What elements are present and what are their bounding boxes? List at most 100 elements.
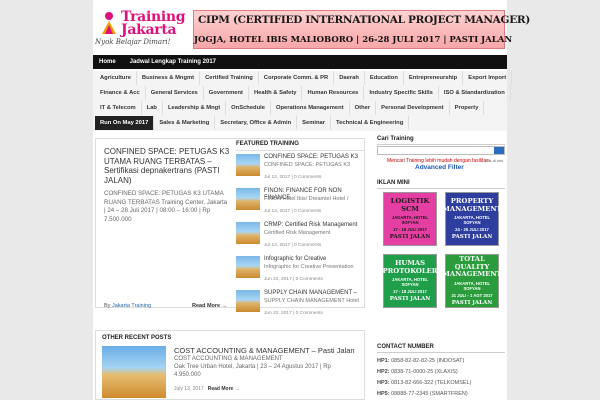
nav-jadwal[interactable]: Jadwal Lengkap Training 2017 (124, 55, 222, 69)
lead-by-prefix: By (104, 303, 111, 309)
featured-thumbnail[interactable] (236, 188, 260, 210)
search-input[interactable] (377, 146, 505, 155)
contact-value[interactable]: 08888-77-2345 (SMARTFREN) (391, 391, 468, 397)
featured-item-title[interactable]: CRMP: Certified Risk Management (264, 222, 364, 229)
lead-byline: By Jakarta Training (104, 303, 151, 309)
contact-line: HP5: 08888-77-2345 (SMARTFREN) (377, 391, 505, 397)
iklan-heading: IKLAN MINI (377, 178, 505, 189)
featured-item[interactable]: CONFINED SPACE: PETUGAS K3 CONFINED SPAC… (236, 154, 364, 185)
cat-other[interactable]: Other (350, 101, 377, 115)
header-banner[interactable]: CIPM (CERTIFIED INTERNATIONAL PROJECT MA… (193, 10, 530, 49)
cat-property[interactable]: Property (450, 101, 485, 115)
cat-business[interactable]: Business & Mngmt (137, 71, 201, 85)
cat-leadership[interactable]: Leadership & Mngt (163, 101, 227, 115)
ad-humas[interactable]: HUMAS PROTOKOLER JAKARTA, HOTEL SOFYAN 1… (383, 254, 437, 308)
cat-lab[interactable]: Lab (142, 101, 163, 115)
search-button[interactable] (494, 147, 504, 154)
featured-item-title[interactable]: SUPPLY CHAIN MANAGEMENT – (264, 290, 364, 297)
banner-subtitle: JOGJA, HOTEL IBIS MALIOBORO | 26-28 JULI… (194, 35, 513, 45)
search-heading: Cari Training (377, 134, 505, 145)
cat-entrepreneurship[interactable]: Entrepreneurship (404, 71, 464, 85)
featured-item-title[interactable]: Infographic for Creative (264, 256, 364, 263)
banner-title: CIPM (CERTIFIED INTERNATIONAL PROJECT MA… (198, 14, 530, 26)
cat-government[interactable]: Government (204, 86, 249, 100)
contact-line: HP1: 0858-82-82-82-25 (INDOSAT) (377, 358, 505, 364)
contact-heading: CONTACT NUMBER (377, 342, 505, 353)
other-posts-heading: OTHER RECENT POSTS (102, 335, 172, 341)
category-nav: Agriculture Business & Mngmt Certified T… (93, 71, 513, 131)
ad-tqm[interactable]: TOTAL QUALITY MANAGEMENT JAKARTA, HOTEL … (442, 254, 502, 308)
contact-line: HP3: 0813-82-666-322 (TELKOMSEL) (377, 380, 505, 386)
cat-education[interactable]: Education (365, 71, 404, 85)
contact-label: HP3: (377, 380, 390, 386)
cat-personal-dev[interactable]: Personal Development (376, 101, 450, 115)
logo-mark-icon (102, 12, 116, 34)
cat-iso[interactable]: ISO & Standardization (439, 86, 511, 100)
other-post-title[interactable]: COST ACCOUNTING & MANAGEMENT – Pasti Jal… (174, 346, 355, 355)
cat-technical[interactable]: Technical & Engineering (331, 116, 410, 130)
ad-date: 17 - 18 JULI 2017 (393, 289, 427, 294)
cat-export-import[interactable]: Export Import (463, 71, 513, 85)
cat-certified[interactable]: Certified Training (200, 71, 259, 85)
other-post-read-more[interactable]: Read More → (208, 386, 240, 392)
category-row-2: Finance & Acc General Services Governmen… (95, 86, 511, 100)
contact-value[interactable]: 0838-71-0000-25 (XLAXIS) (391, 369, 458, 375)
featured-item[interactable]: CRMP: Certified Risk Management Certifie… (236, 222, 364, 253)
cat-secretary[interactable]: Secretary, Office & Admin (215, 116, 298, 130)
featured-item-meta: Jul 13, 2017 | 0 Comments (264, 243, 322, 248)
contact-widget: CONTACT NUMBER HP1: 0858-82-82-82-25 (IN… (377, 342, 505, 397)
ad-logistik[interactable]: LOGISTIK SCM JAKARTA, HOTEL SOFYAN 17 - … (383, 192, 437, 246)
cat-human-resources[interactable]: Human Resources (302, 86, 365, 100)
lead-article: CONFINED SPACE: PETUGAS K3 UTAMA RUANG T… (104, 147, 230, 309)
advanced-filter-promo[interactable]: Mencari Training lebih mudah dengan fasi… (377, 156, 505, 174)
cat-health-safety[interactable]: Health & Safety (249, 86, 303, 100)
featured-item-sub: FINON Hotel Ibis/ Dreamtel Hotel / (264, 196, 349, 202)
ad-title: TOTAL QUALITY MANAGEMENT (442, 255, 502, 279)
promo-line2: Advanced Filter (415, 164, 464, 171)
cat-operations[interactable]: Operations Management (271, 101, 350, 115)
lead-read-more[interactable]: Read More → (192, 303, 227, 309)
nav-home[interactable]: Home (93, 55, 122, 69)
contact-line: HP2: 0838-71-0000-25 (XLAXIS) (377, 369, 505, 375)
category-row-4: Run On May 2017 Sales & Marketing Secret… (95, 116, 505, 130)
featured-thumbnail[interactable] (236, 222, 260, 244)
cat-finance[interactable]: Finance & Acc (95, 86, 146, 100)
ad-property[interactable]: PROPERTY MANAGEMENT JAKARTA, HOTEL SOFYA… (442, 192, 502, 246)
ad-detail: JAKARTA, HOTEL SOFYAN (391, 277, 429, 287)
featured-item-meta: Jul 13, 2017 | 0 Comments (264, 209, 322, 214)
featured-thumbnail[interactable] (236, 154, 260, 176)
site-header: Training Jakarta Nyok Belajar Dimari! CI… (93, 0, 530, 52)
contact-label: HP2: (377, 369, 390, 375)
other-post-thumbnail[interactable] (102, 346, 166, 398)
featured-thumbnail[interactable] (236, 290, 260, 312)
top-nav: Home Jadwal Lengkap Training 2017 (93, 55, 507, 69)
contact-value[interactable]: 0813-82-666-322 (TELKOMSEL) (391, 380, 471, 386)
featured-item[interactable]: Infographic for Creative Infographic for… (236, 256, 364, 287)
category-row-1: Agriculture Business & Mngmt Certified T… (95, 71, 513, 85)
lead-author-link[interactable]: Jakarta Training (112, 303, 151, 309)
cat-general-services[interactable]: General Services (146, 86, 204, 100)
ad-date: 24 - 25 JULI 2017 (455, 227, 489, 232)
cat-corporate-comm[interactable]: Corporate Comm. & PR (259, 71, 335, 85)
cat-daerah[interactable]: Daerah (334, 71, 365, 85)
ad-tag: PASTI JALAN (451, 299, 493, 306)
cat-seminar[interactable]: Seminar (297, 116, 332, 130)
ad-detail: JAKARTA, HOTEL SOFYAN (391, 215, 429, 225)
featured-item-meta: Jun 22, 2017 | 0 Comments (264, 277, 323, 282)
other-post-meta: July 13, 2017 Read More → (174, 386, 240, 392)
cat-run-on-may[interactable]: Run On May 2017 (95, 116, 155, 130)
cat-onschedule[interactable]: OnSchedule (226, 101, 271, 115)
site-logo[interactable]: Training Jakarta Nyok Belajar Dimari! (95, 10, 186, 48)
featured-item[interactable]: FINON: FINANCE FOR NON FINANCE FINON Hot… (236, 188, 364, 219)
ad-tag: PASTI JALAN (389, 296, 431, 302)
cat-agriculture[interactable]: Agriculture (95, 71, 137, 85)
contact-value[interactable]: 0858-82-82-82-25 (INDOSAT) (391, 358, 464, 364)
cat-industry-skills[interactable]: Industry Specific Skills (364, 86, 439, 100)
lead-title[interactable]: CONFINED SPACE: PETUGAS K3 UTAMA RUANG T… (104, 147, 230, 185)
ad-tag: PASTI JALAN (389, 234, 431, 240)
featured-item-title[interactable]: CONFINED SPACE: PETUGAS K3 (264, 154, 364, 161)
cat-it-telecom[interactable]: IT & Telecom (95, 101, 142, 115)
cat-sales-marketing[interactable]: Sales & Marketing (154, 116, 216, 130)
featured-thumbnail[interactable] (236, 256, 260, 278)
featured-item[interactable]: SUPPLY CHAIN MANAGEMENT – SUPPLY CHAIN M… (236, 290, 364, 321)
